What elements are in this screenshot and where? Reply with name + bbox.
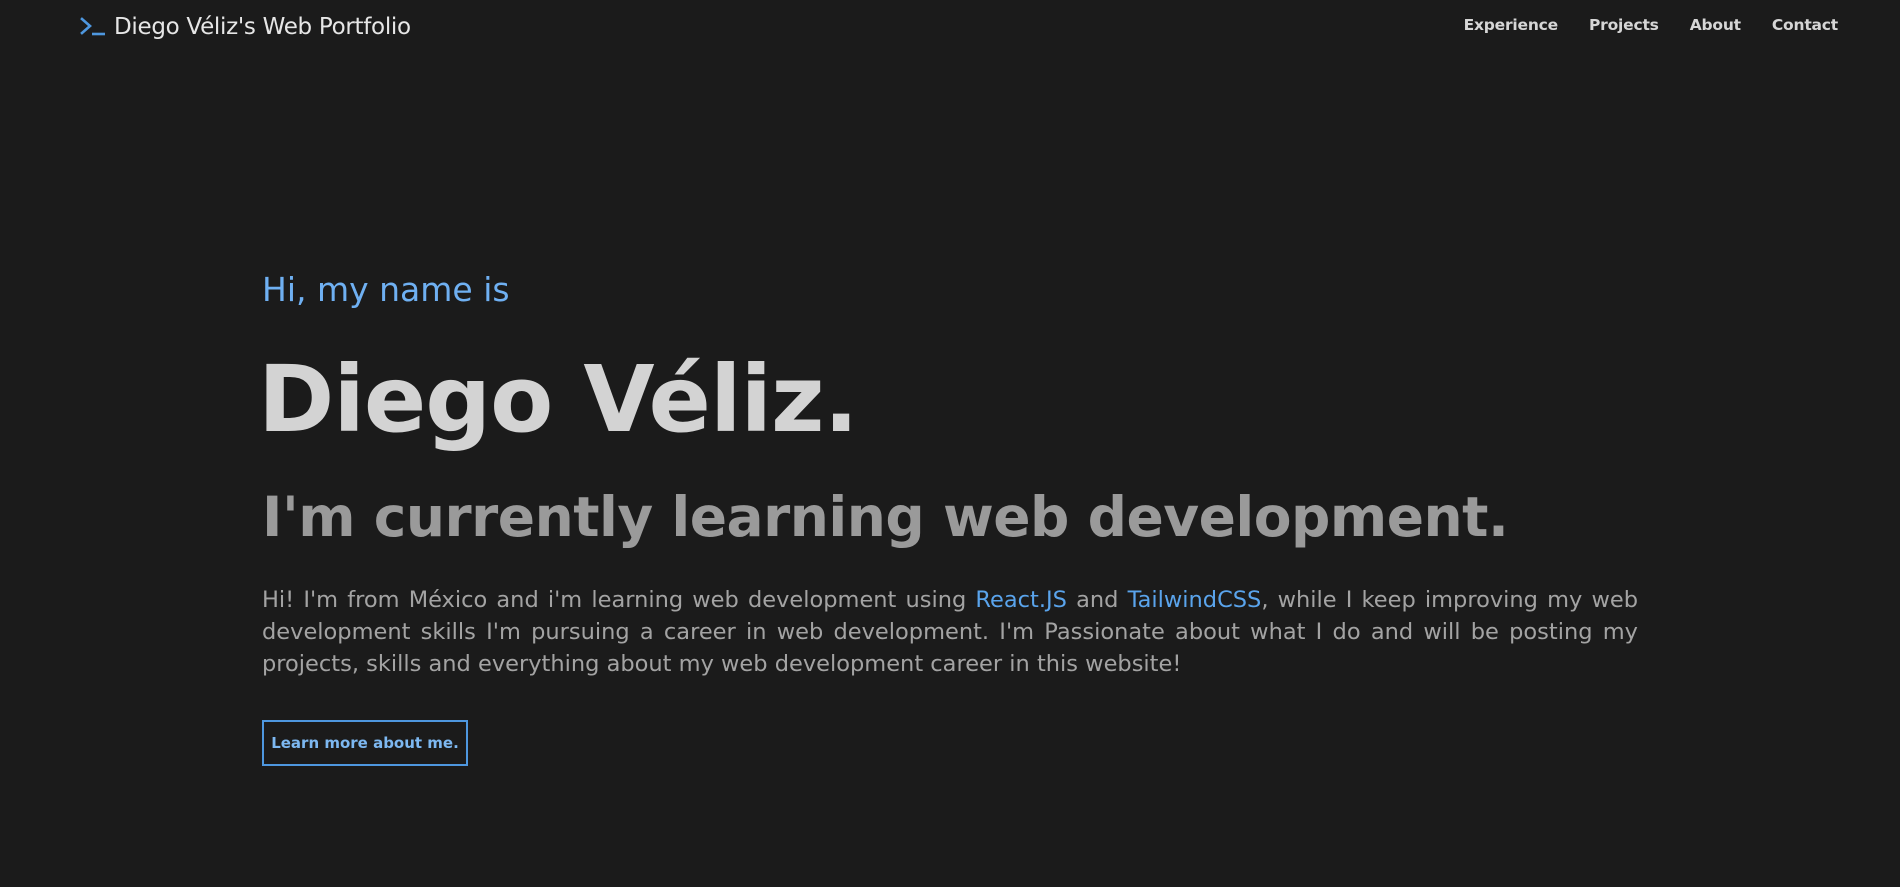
reactjs-link[interactable]: React.JS: [975, 587, 1067, 613]
nav-projects[interactable]: Projects: [1589, 16, 1659, 34]
learn-more-button[interactable]: Learn more about me.: [262, 720, 468, 766]
brand-title: Diego Véliz's Web Portfolio: [114, 14, 411, 40]
tailwindcss-link[interactable]: TailwindCSS: [1128, 587, 1262, 613]
nav-contact[interactable]: Contact: [1772, 16, 1838, 34]
hero-tagline: I'm currently learning web development.: [262, 485, 1509, 549]
nav-about[interactable]: About: [1690, 16, 1741, 34]
greeting-text: Hi, my name is: [262, 270, 510, 309]
main-nav: Experience Projects About Contact: [1464, 16, 1839, 34]
nav-experience[interactable]: Experience: [1464, 16, 1559, 34]
portfolio-page: Diego Véliz's Web Portfolio Experience P…: [0, 0, 1900, 887]
terminal-prompt-icon: [80, 15, 106, 39]
top-navbar: Diego Véliz's Web Portfolio Experience P…: [0, 0, 1900, 62]
description-text-2: and: [1066, 587, 1128, 613]
hero-description: Hi! I'm from México and i'm learning web…: [262, 584, 1638, 680]
description-text-1: Hi! I'm from México and i'm learning web…: [262, 587, 976, 613]
hero-section: Hi, my name is Diego Véliz. I'm currentl…: [258, 268, 1640, 766]
brand-link[interactable]: Diego Véliz's Web Portfolio: [80, 14, 411, 40]
hero-name: Diego Véliz.: [258, 346, 859, 453]
